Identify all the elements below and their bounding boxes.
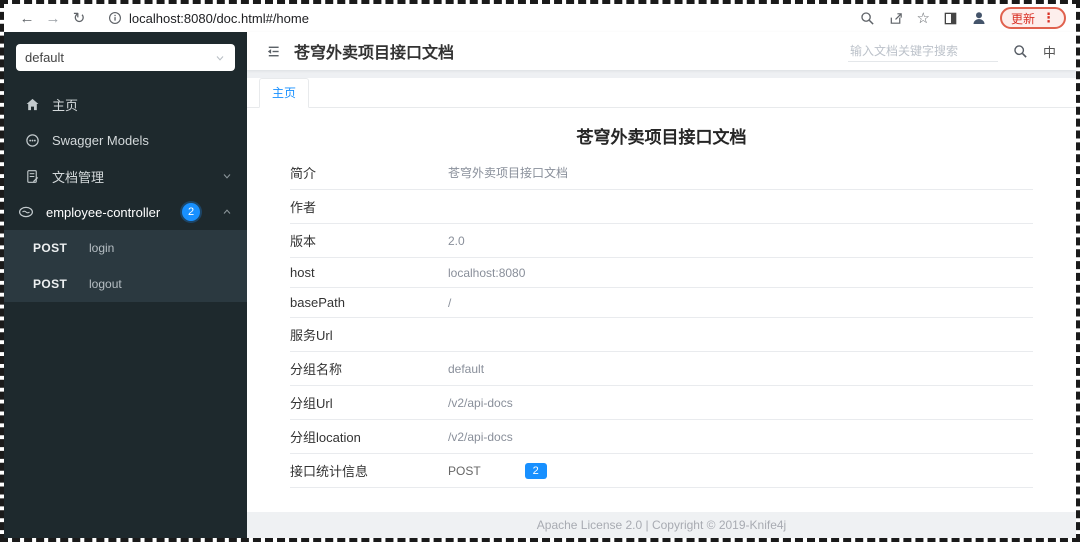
group-select[interactable]: default xyxy=(16,44,235,71)
chevron-down-icon xyxy=(223,174,231,179)
models-icon xyxy=(26,133,39,147)
row-label: 接口统计信息 xyxy=(290,464,369,479)
row-label: 分组Url xyxy=(290,396,333,411)
table-row: 简介 苍穹外卖项目接口文档 xyxy=(290,156,1033,190)
api-item-login[interactable]: POST login xyxy=(4,230,247,266)
row-label: host xyxy=(290,265,315,280)
browser-toolbar: ← → ↻ localhost:8080/doc.html#/home ☆ 更新… xyxy=(4,4,1076,32)
header-gap xyxy=(247,70,1076,78)
sidebar-item-label: Swagger Models xyxy=(52,132,149,148)
row-label: 作者 xyxy=(290,200,317,215)
stat-method-label: POST xyxy=(448,463,481,478)
table-row: 作者 xyxy=(290,190,1033,224)
table-row: basePath / xyxy=(290,288,1033,318)
bookmark-star-icon[interactable]: ☆ xyxy=(917,11,930,26)
chevron-down-icon xyxy=(216,55,224,61)
tab-home[interactable]: 主页 xyxy=(259,78,310,108)
http-method: POST xyxy=(33,241,68,255)
row-label: 服务Url xyxy=(290,328,333,343)
home-icon xyxy=(26,98,39,110)
api-item-label: login xyxy=(89,241,115,255)
app-title: 苍穹外卖项目接口文档 xyxy=(294,45,455,62)
table-row: 接口统计信息 POST 2 xyxy=(290,454,1033,488)
http-method: POST xyxy=(33,277,68,291)
sidebar-item-home[interactable]: 主页 xyxy=(4,86,247,122)
table-row: 版本 2.0 xyxy=(290,224,1033,258)
group-select-value: default xyxy=(25,50,65,65)
main-area: 苍穹外卖项目接口文档 中 主页 苍穹外卖项目接口文档 简介 苍穹外卖项目接口文档 xyxy=(247,32,1076,538)
row-value: localhost:8080 xyxy=(448,265,526,280)
row-value: /v2/api-docs xyxy=(448,395,513,410)
api-item-label: logout xyxy=(89,277,122,291)
sidebar-item-label: 主页 xyxy=(52,97,79,113)
row-value: default xyxy=(448,361,485,376)
sidebar-item-label: employee-controller xyxy=(46,204,161,220)
url-text: localhost:8080/doc.html#/home xyxy=(129,10,309,26)
row-label: 简介 xyxy=(290,166,317,181)
sidebar-item-doc-manage[interactable]: 文档管理 xyxy=(4,158,247,194)
api-item-logout[interactable]: POST logout xyxy=(4,266,247,302)
doc-content: 苍穹外卖项目接口文档 简介 苍穹外卖项目接口文档 作者 版本 2.0 host … xyxy=(247,108,1076,512)
search-input[interactable] xyxy=(847,40,998,62)
tab-bar: 主页 xyxy=(247,78,1076,108)
controller-icon xyxy=(18,206,34,218)
search-icon[interactable] xyxy=(1013,44,1028,59)
license-text: Apache License 2.0 | Copyright © 2019-Kn… xyxy=(536,518,787,532)
table-row: 服务Url xyxy=(290,318,1033,352)
table-row: 分组名称 default xyxy=(290,352,1033,386)
doc-manage-icon xyxy=(27,169,39,183)
row-value: 2.0 xyxy=(448,233,465,248)
footer: Apache License 2.0 | Copyright © 2019-Kn… xyxy=(247,512,1076,538)
controller-submenu: POST login POST logout xyxy=(4,230,247,302)
update-label: 更新 xyxy=(1010,11,1035,26)
table-row: host localhost:8080 xyxy=(290,258,1033,288)
table-row: 分组Url /v2/api-docs xyxy=(290,386,1033,420)
row-value: 苍穹外卖项目接口文档 xyxy=(448,166,569,180)
sidebar: default 主页 Swagger Models 文档管理 employee-… xyxy=(4,32,247,538)
row-label: 版本 xyxy=(290,234,317,249)
zoom-icon[interactable] xyxy=(860,11,875,26)
chrome-update-button[interactable]: 更新 ⋮ xyxy=(999,7,1066,29)
row-value: /v2/api-docs xyxy=(448,429,513,444)
browser-menu-icon[interactable]: ⋮ xyxy=(1042,10,1055,26)
tab-panel-icon[interactable] xyxy=(943,11,958,26)
row-label: 分组名称 xyxy=(290,362,343,377)
forward-icon[interactable]: → xyxy=(40,11,66,26)
api-count-badge: 2 xyxy=(182,203,200,221)
menu-fold-icon[interactable] xyxy=(247,44,294,59)
stat-count-badge: 2 xyxy=(524,462,547,479)
chevron-up-icon xyxy=(223,209,231,214)
sidebar-item-label: 文档管理 xyxy=(52,169,105,185)
table-row: 分组location /v2/api-docs xyxy=(290,420,1033,454)
app-header: 苍穹外卖项目接口文档 中 xyxy=(247,32,1076,70)
address-bar[interactable]: localhost:8080/doc.html#/home xyxy=(108,11,309,26)
sidebar-item-employee-controller[interactable]: employee-controller 2 xyxy=(4,194,247,230)
row-label: 分组location xyxy=(290,430,361,445)
refresh-icon[interactable]: ↻ xyxy=(66,11,92,26)
row-label: basePath xyxy=(290,295,345,310)
sidebar-item-swagger-models[interactable]: Swagger Models xyxy=(4,122,247,158)
row-value: / xyxy=(448,295,452,310)
info-icon xyxy=(109,12,121,24)
doc-title: 苍穹外卖项目接口文档 xyxy=(576,128,747,147)
share-icon[interactable] xyxy=(888,11,904,26)
back-icon[interactable]: ← xyxy=(14,11,40,26)
info-table: 简介 苍穹外卖项目接口文档 作者 版本 2.0 host localhost:8… xyxy=(290,156,1033,488)
language-toggle[interactable]: 中 xyxy=(1043,42,1056,61)
profile-icon[interactable] xyxy=(971,10,987,26)
